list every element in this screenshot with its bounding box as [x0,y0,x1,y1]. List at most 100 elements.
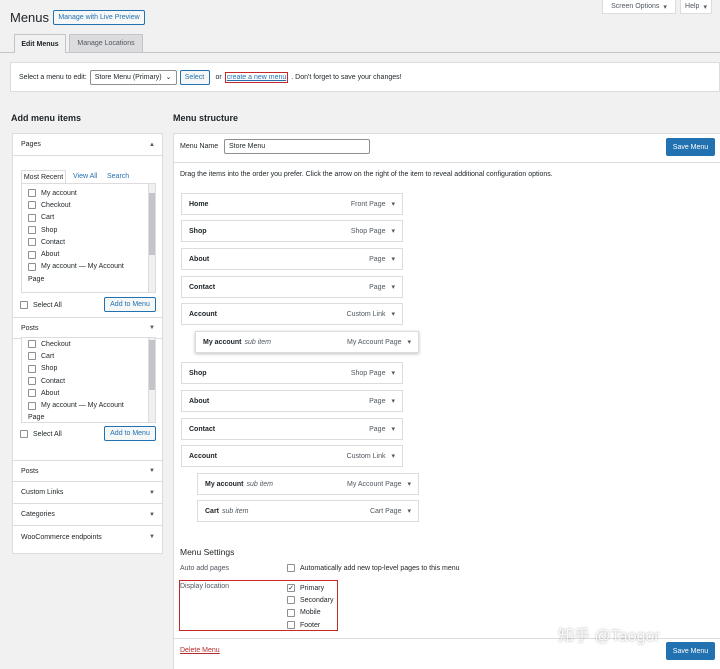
list-item[interactable]: Checkout [28,338,155,350]
caret-down-icon[interactable]: ▾ [391,310,395,318]
scrollbar-thumb[interactable] [149,193,155,255]
checkbox[interactable] [28,250,36,259]
checkbox[interactable] [28,238,36,247]
caret-down-icon[interactable]: ▾ [391,369,395,377]
list-item[interactable]: My account [28,187,155,199]
scrollbar-thumb[interactable] [149,340,155,390]
menu-name-input[interactable]: Store Menu [224,139,370,154]
list-item[interactable]: Shop [28,363,155,375]
location-mobile[interactable]: Mobile [287,607,333,619]
caret-down-icon[interactable]: ▾ [391,227,395,235]
help-label: Help [685,3,700,10]
menu-item[interactable]: Home Front Page ▾ [181,193,403,215]
menu-sub-item[interactable]: Cart sub item Cart Page ▾ [197,500,419,522]
item-label: Cart [41,214,55,222]
caret-down-icon[interactable]: ▼ [149,468,155,474]
checkbox[interactable] [287,621,295,630]
tab-edit-menus[interactable]: Edit Menus [14,34,66,53]
caret-down-icon[interactable]: ▾ [391,200,395,208]
checkbox[interactable] [28,226,36,235]
menu-sub-item[interactable]: My account sub item My Account Page ▾ [197,473,419,495]
checkbox[interactable] [28,352,36,361]
menu-select[interactable]: Store Menu (Primary) ⌄ [89,69,177,85]
save-menu-button-bottom[interactable]: Save Menu [666,642,715,660]
menu-item[interactable]: About Page ▾ [181,390,403,412]
checkbox[interactable] [28,213,36,222]
tab-most-recent[interactable]: Most Recent [21,170,66,184]
list-item[interactable]: My account — My Account [28,261,155,273]
tab-search[interactable]: Search [107,173,129,180]
caret-down-icon[interactable]: ▾ [391,425,395,433]
list-item[interactable]: Cart [28,212,155,224]
tab-manage-locations[interactable]: Manage Locations [69,34,143,52]
save-menu-button-top[interactable]: Save Menu [666,138,715,156]
posts-section-header[interactable]: Posts ▼ [13,317,162,339]
checkbox[interactable] [287,596,295,605]
caret-down-icon[interactable]: ▾ [407,480,411,488]
caret-down-icon[interactable]: ▾ [407,507,411,515]
checkbox[interactable] [28,377,36,386]
list-item[interactable]: Checkout [28,199,155,211]
live-preview-button[interactable]: Manage with Live Preview [53,10,145,25]
caret-down-icon[interactable]: ▾ [407,338,411,346]
menu-item[interactable]: Account Custom Link ▾ [181,445,403,467]
list-item[interactable]: About [28,387,155,399]
location-secondary[interactable]: Secondary [287,594,333,606]
menu-item[interactable]: Contact Page ▾ [181,276,403,298]
screen-options-button[interactable]: Screen Options ▾ [602,0,676,14]
pages-section-header[interactable]: Pages ▲ [13,134,162,156]
help-button[interactable]: Help ▾ [680,0,712,14]
checkbox[interactable] [28,401,36,410]
checkbox[interactable] [28,262,36,271]
menu-item[interactable]: About Page ▾ [181,248,403,270]
pages-scrollbar[interactable] [148,184,155,292]
checkbox[interactable] [287,564,295,572]
caret-down-icon[interactable]: ▾ [391,255,395,263]
caret-down-icon[interactable]: ▾ [391,397,395,405]
location-footer[interactable]: Footer [287,619,333,631]
checkbox[interactable] [28,340,36,349]
caret-down-icon[interactable]: ▼ [149,512,155,518]
categories-header[interactable]: Categories ▼ [13,504,162,526]
checkbox[interactable] [28,189,36,198]
posts-add-to-menu-button[interactable]: Add to Menu [104,426,156,441]
checkbox[interactable] [20,430,28,438]
pages-select-all[interactable]: Select All [20,301,62,309]
auto-add-option[interactable]: Automatically add new top-level pages to… [287,564,460,572]
caret-down-icon[interactable]: ▾ [391,452,395,460]
select-button[interactable]: Select [179,69,210,85]
checkbox[interactable] [28,364,36,373]
list-item[interactable]: Contact [28,236,155,248]
create-new-menu-link[interactable]: create a new menu [227,74,287,81]
list-item[interactable]: Cart [28,350,155,362]
checkbox[interactable] [287,608,295,617]
checkbox[interactable] [20,301,28,309]
posts-select-all[interactable]: Select All [20,430,62,438]
custom-links-header[interactable]: Custom Links ▼ [13,482,162,504]
location-primary[interactable]: ✓ Primary [287,582,333,594]
tab-view-all[interactable]: View All [73,173,97,180]
menu-select-value: Store Menu (Primary) [94,73,162,81]
checkbox[interactable] [28,201,36,210]
posts-collapsed-header[interactable]: Posts ▼ [13,460,162,482]
list-item[interactable]: About [28,248,155,260]
list-item[interactable]: My account — My Account [28,399,155,411]
menu-item[interactable]: Contact Page ▾ [181,418,403,440]
menu-item[interactable]: Account Custom Link ▾ [181,303,403,325]
pages-add-to-menu-button[interactable]: Add to Menu [104,297,156,312]
list-item[interactable]: Shop [28,224,155,236]
woocommerce-endpoints-header[interactable]: WooCommerce endpoints ▼ [13,526,162,548]
menu-item[interactable]: Shop Shop Page ▾ [181,362,403,384]
checkbox-checked[interactable]: ✓ [287,584,295,593]
caret-down-icon[interactable]: ▾ [391,283,395,291]
posts-scrollbar[interactable] [148,338,155,422]
caret-down-icon[interactable]: ▼ [149,490,155,496]
delete-menu-link[interactable]: Delete Menu [180,647,220,654]
list-item[interactable]: Contact [28,375,155,387]
caret-down-icon[interactable]: ▼ [149,325,155,331]
caret-up-icon[interactable]: ▲ [149,142,155,148]
dragging-menu-item[interactable]: My account sub item My Account Page ▾ [195,331,419,353]
caret-down-icon[interactable]: ▼ [149,534,155,540]
checkbox[interactable] [28,389,36,398]
menu-item[interactable]: Shop Shop Page ▾ [181,220,403,242]
